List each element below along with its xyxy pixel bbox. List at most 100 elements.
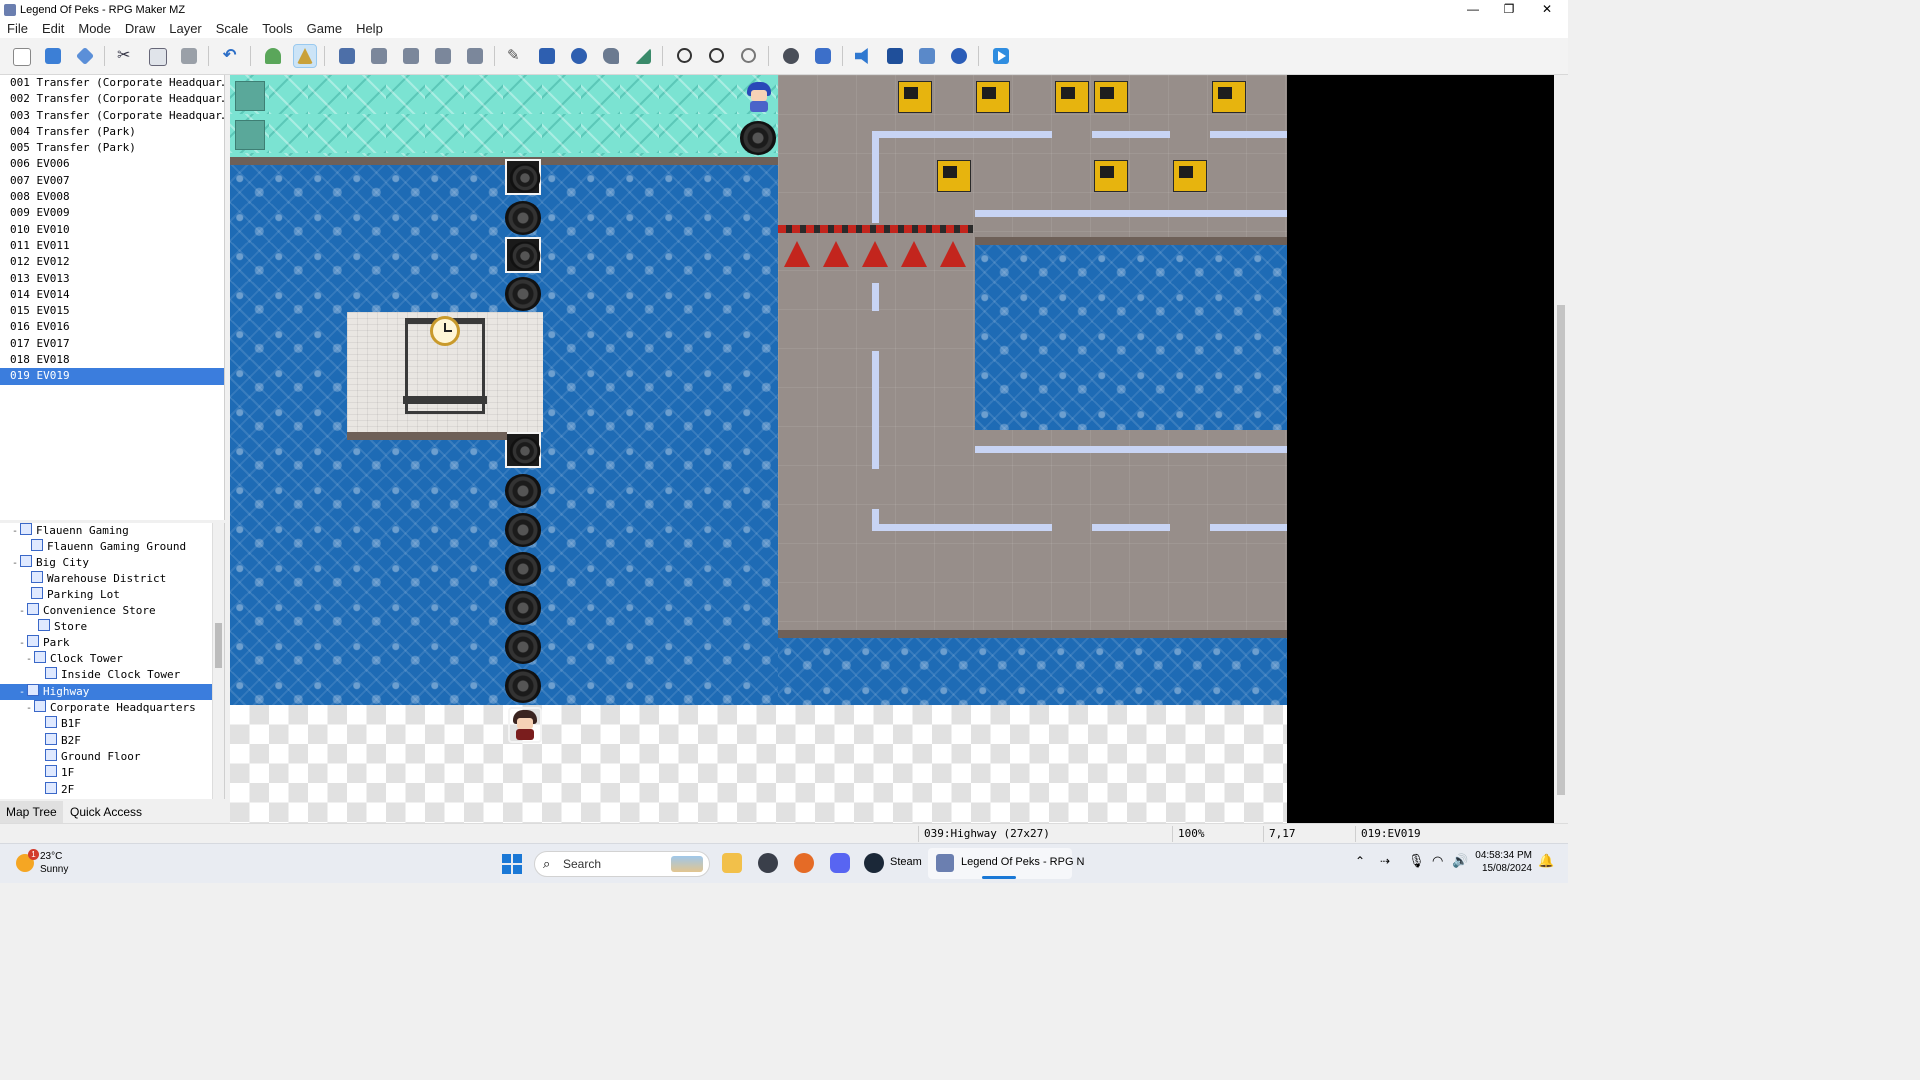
bulldozer-icon[interactable]: [1094, 81, 1128, 113]
tree-toggle[interactable]: -: [26, 652, 34, 668]
layer-a-icon[interactable]: [336, 45, 358, 67]
event-mode-icon[interactable]: [293, 44, 317, 68]
menu-scale[interactable]: Scale: [209, 21, 256, 36]
tree-toggle[interactable]: -: [12, 556, 20, 572]
menu-draw[interactable]: Draw: [118, 21, 162, 36]
transfer-event[interactable]: [235, 120, 265, 150]
firefox-icon[interactable]: [794, 853, 814, 873]
taskbar-active-app[interactable]: Legend Of Peks - RPG N: [928, 848, 1085, 879]
tree-item[interactable]: - Park: [0, 635, 224, 652]
tree-item[interactable]: Flauenn Gaming Ground: [0, 539, 224, 555]
microphone-icon[interactable]: 🎙: [1408, 853, 1425, 869]
zoom-out-icon[interactable]: [706, 45, 728, 67]
copy-icon[interactable]: [146, 45, 168, 67]
steam-label[interactable]: Steam: [890, 856, 922, 868]
list-item[interactable]: 009 EV009: [0, 205, 224, 221]
playtest-icon[interactable]: [990, 45, 1012, 67]
bulldozer-icon[interactable]: [1094, 160, 1128, 192]
scroll-thumb[interactable]: [215, 623, 222, 668]
layer-b-icon[interactable]: [368, 45, 390, 67]
steam-icon[interactable]: [864, 853, 884, 873]
menu-file[interactable]: File: [0, 21, 35, 36]
tree-toggle[interactable]: -: [12, 524, 20, 540]
transfer-event[interactable]: [235, 81, 265, 111]
app-icon-circle[interactable]: [758, 853, 778, 873]
tree-item[interactable]: 1F: [0, 765, 224, 781]
new-project-icon[interactable]: [10, 45, 32, 67]
tree-item[interactable]: B2F: [0, 733, 224, 749]
bulldozer-icon[interactable]: [1173, 160, 1207, 192]
list-item[interactable]: 014 EV014: [0, 287, 224, 303]
tire-icon[interactable]: [505, 669, 541, 703]
close-button[interactable]: ✕: [1529, 0, 1565, 19]
actual-size-icon[interactable]: [738, 45, 760, 67]
tree-item[interactable]: - Flauenn Gaming: [0, 523, 222, 539]
minimize-button[interactable]: —: [1455, 0, 1491, 19]
list-item[interactable]: 004 Transfer (Park): [0, 124, 224, 140]
menu-edit[interactable]: Edit: [35, 21, 71, 36]
discord-icon[interactable]: [830, 853, 850, 873]
flood-fill-icon[interactable]: [600, 45, 622, 67]
shadow-pen-icon[interactable]: [632, 45, 654, 67]
tree-toggle[interactable]: -: [26, 701, 34, 717]
taskbar-search[interactable]: ⌕ Search: [534, 851, 710, 877]
rectangle-icon[interactable]: [536, 45, 558, 67]
event-tile[interactable]: [505, 237, 541, 273]
undo-icon[interactable]: ↶: [220, 45, 242, 67]
event-tile[interactable]: [505, 432, 541, 468]
character-generator-icon[interactable]: [948, 45, 970, 67]
tire-icon[interactable]: [740, 121, 776, 155]
layer-auto-icon[interactable]: [464, 45, 486, 67]
list-item[interactable]: 003 Transfer (Corporate Headquar…: [0, 108, 224, 124]
event-tile[interactable]: [505, 159, 541, 195]
list-item[interactable]: 010 EV010: [0, 222, 224, 238]
plugin-manager-icon[interactable]: [812, 45, 834, 67]
tree-scrollbar[interactable]: [212, 523, 224, 799]
volume-icon[interactable]: 🔊: [1452, 853, 1468, 869]
bulldozer-icon[interactable]: [1055, 81, 1089, 113]
pencil-icon[interactable]: ✎: [504, 45, 526, 67]
open-project-icon[interactable]: [42, 45, 64, 67]
menu-mode[interactable]: Mode: [71, 21, 118, 36]
tree-item[interactable]: B1F: [0, 716, 224, 732]
tree-toggle[interactable]: -: [19, 636, 27, 652]
list-item[interactable]: 011 EV011: [0, 238, 224, 254]
save-project-icon[interactable]: [74, 45, 96, 67]
layer-d-icon[interactable]: [432, 45, 454, 67]
list-item[interactable]: 007 EV007: [0, 173, 224, 189]
zoom-in-icon[interactable]: [674, 45, 696, 67]
menu-help[interactable]: Help: [349, 21, 390, 36]
bulldozer-icon[interactable]: [976, 81, 1010, 113]
tree-item[interactable]: 2F: [0, 782, 224, 798]
tree-toggle[interactable]: -: [19, 604, 27, 620]
maximize-button[interactable]: ❐: [1491, 0, 1527, 19]
list-item[interactable]: 005 Transfer (Park): [0, 140, 224, 156]
character-sprite[interactable]: [744, 81, 774, 113]
menu-game[interactable]: Game: [300, 21, 349, 36]
menu-layer[interactable]: Layer: [162, 21, 209, 36]
tree-item[interactable]: - Big City: [0, 555, 222, 571]
weather-widget[interactable]: 23°C Sunny: [40, 850, 68, 876]
tree-item[interactable]: - Clock Tower: [0, 651, 224, 668]
map-scrollbar[interactable]: [1554, 75, 1568, 823]
wifi-icon[interactable]: ◠: [1432, 853, 1443, 869]
tree-item[interactable]: Store: [0, 619, 224, 635]
scroll-thumb[interactable]: [1557, 305, 1565, 795]
network-share-icon[interactable]: ⇢: [1380, 854, 1390, 868]
tire-icon[interactable]: [505, 277, 541, 311]
tire-icon[interactable]: [505, 591, 541, 625]
list-item[interactable]: 017 EV017: [0, 336, 224, 352]
paste-icon[interactable]: [178, 45, 200, 67]
tree-item[interactable]: - Corporate Headquarters: [0, 700, 224, 717]
tree-item-selected[interactable]: - Highway: [0, 684, 224, 701]
tire-icon[interactable]: [505, 474, 541, 508]
player-sprite[interactable]: [508, 707, 542, 743]
tree-item[interactable]: Ground Floor: [0, 749, 224, 765]
list-item[interactable]: 015 EV015: [0, 303, 224, 319]
list-item[interactable]: 002 Transfer (Corporate Headquar…: [0, 91, 224, 107]
tree-toggle[interactable]: -: [19, 685, 27, 701]
tree-item[interactable]: Warehouse District: [0, 571, 224, 587]
tab-quick-access[interactable]: Quick Access: [64, 801, 148, 823]
resource-manager-icon[interactable]: [916, 45, 938, 67]
list-item[interactable]: 018 EV018: [0, 352, 224, 368]
